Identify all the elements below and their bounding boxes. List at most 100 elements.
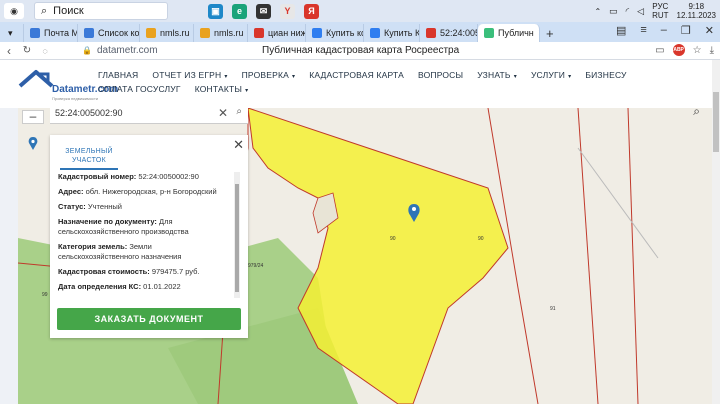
menu-label: БИЗНЕСУ [585, 70, 627, 80]
zoom-out-button[interactable]: – [23, 110, 43, 123]
tab-4[interactable]: циан нижн [248, 24, 306, 42]
chevron-up-icon[interactable]: ⌃ [594, 7, 601, 16]
battery-icon[interactable]: ▭ [609, 6, 618, 17]
search-icon[interactable]: ⌕ [236, 106, 242, 117]
scroll-thumb[interactable] [235, 184, 239, 292]
map-label: 91 [550, 306, 556, 312]
cadastral-search-input[interactable] [55, 107, 215, 118]
detail-key: Статус: [58, 202, 86, 211]
maximize-icon[interactable]: ❐ [681, 24, 691, 37]
reader-icon[interactable]: ▭ [655, 45, 664, 56]
menu-item-gosuslugi[interactable]: ОПЛАТА ГОСУСЛУГ [98, 84, 181, 94]
url-text: datametr.com [96, 45, 158, 56]
edge-icon[interactable]: e [232, 3, 247, 19]
tab-label: Купить ко [326, 28, 364, 38]
tab-land-plot[interactable]: ЗЕМЕЛЬНЫЙ УЧАСТОК [60, 147, 118, 170]
panel-scrollbar[interactable] [234, 172, 240, 298]
detail-row: Назначение по документу: Для сельскохозя… [58, 217, 234, 237]
menu-item-learn[interactable]: УЗНАТЬ ▾ [477, 70, 517, 80]
page-scroll-thumb[interactable] [713, 92, 719, 152]
tab-5[interactable]: Купить ко [306, 24, 364, 42]
menu-item-cadastral-map[interactable]: КАДАСТРОВАЯ КАРТА [309, 70, 404, 80]
location-button[interactable] [24, 135, 42, 153]
search-icon: ⌕ [41, 4, 48, 17]
tab-7[interactable]: 52:24:005 [420, 24, 478, 42]
menu-item-egrn-report[interactable]: ОТЧЕТ ИЗ ЕГРН ▾ [152, 70, 227, 80]
tab-8-active[interactable]: Публичн✕ [478, 24, 540, 42]
volume-icon[interactable]: ◁ [637, 6, 644, 17]
menu-item-business[interactable]: БИЗНЕСУ [585, 70, 626, 80]
tab-favicon [370, 28, 380, 38]
close-window-icon[interactable]: ✕ [705, 24, 714, 37]
menu-item-check[interactable]: ПРОВЕРКА ▾ [242, 70, 296, 80]
tab-favicon [84, 28, 94, 38]
yandex-browser-icon[interactable]: Я [304, 3, 319, 19]
chevron-down-icon: ▾ [224, 74, 228, 80]
app-icon-photos[interactable]: ▣ [208, 3, 223, 19]
windows-taskbar: ◉ ⌕ Поиск ▣ e ✉ Y Я ⌃ ▭ ◜ ◁ РУС RUT 9:18… [0, 0, 720, 22]
site-logo[interactable]: Datametr.com Проверка недвижимости [18, 66, 118, 102]
tab-label: 52:24:005 [440, 28, 478, 38]
language-indicator[interactable]: РУС RUT [652, 2, 668, 20]
parcel-info-panel: ЗЕМЕЛЬНЫЙ УЧАСТОК ✕ Кадастровый номер: 5… [50, 135, 248, 338]
menu-label: ОПЛАТА ГОСУСЛУГ [98, 84, 181, 94]
main-menu: ГЛАВНАЯ ОТЧЕТ ИЗ ЕГРН ▾ ПРОВЕРКА ▾ КАДАСТР… [98, 70, 698, 94]
tab-1[interactable]: Список ко [78, 24, 140, 42]
tab-label: nmls.ru [214, 28, 244, 38]
tab-actions-button[interactable]: ▾ [4, 24, 24, 42]
tab-2[interactable]: nmls.ru [140, 24, 194, 42]
detail-key: Адрес: [58, 187, 84, 196]
close-icon[interactable]: ✕ [233, 137, 244, 153]
yandex-icon[interactable]: Y [280, 3, 295, 19]
order-document-button[interactable]: ЗАКАЗАТЬ ДОКУМЕНТ [57, 308, 241, 330]
clock[interactable]: 9:18 12.11.2023 [677, 2, 716, 20]
bookmark-star-icon[interactable]: ☆ [693, 45, 702, 56]
menu-icon[interactable]: ≡ [640, 24, 646, 37]
menu-label: ГЛАВНАЯ [98, 70, 139, 80]
clear-icon[interactable]: ✕ [218, 106, 228, 120]
clock-time: 9:18 [688, 2, 705, 11]
mail-icon[interactable]: ✉ [256, 3, 271, 19]
tab-0[interactable]: Почта Mai [24, 24, 78, 42]
minimize-icon[interactable]: – [661, 24, 667, 37]
tab-label: nmls.ru [160, 28, 190, 38]
tab-favicon [254, 28, 264, 38]
url-field[interactable]: 🔒 datametr.com [82, 45, 158, 56]
bookmarks-icon[interactable]: ▤ [616, 24, 626, 37]
map-search-icon[interactable]: ⌕ [693, 104, 700, 119]
menu-item-questions[interactable]: ВОПРОСЫ [418, 70, 463, 80]
menu-item-home[interactable]: ГЛАВНАЯ [98, 70, 138, 80]
reload-icon[interactable]: ↻ [18, 45, 36, 56]
lang-line-1: РУС [652, 2, 669, 11]
menu-item-services[interactable]: УСЛУГИ ▾ [531, 70, 571, 80]
wifi-icon[interactable]: ◜ [626, 6, 630, 17]
tab-menu-icon: ▾ [8, 27, 13, 38]
back-icon[interactable]: ‹ [0, 44, 18, 58]
menu-item-contacts[interactable]: КОНТАКТЫ ▾ [195, 84, 249, 94]
detail-key: Категория земель: [58, 242, 128, 251]
detail-row: Кадастровая стоимость: 979475.7 руб. [58, 267, 234, 277]
clock-date: 12.11.2023 [676, 11, 716, 20]
detail-row: Дата определения КС: 01.01.2022 [58, 282, 234, 292]
menu-label: УЗНАТЬ [477, 70, 511, 80]
yandex-home-icon[interactable]: ◌ [36, 46, 54, 56]
tab-3[interactable]: nmls.ru [194, 24, 248, 42]
tab-6[interactable]: Купить Ка [364, 24, 420, 42]
new-tab-button[interactable]: + [540, 24, 560, 42]
parcel-details: Кадастровый номер: 52:24:0050002:90 Адре… [58, 172, 234, 298]
download-icon[interactable]: ⤓ [710, 45, 714, 56]
zoom-control: – [22, 110, 44, 124]
map-label: 90 [390, 236, 396, 242]
map-label: 979/24 [248, 263, 264, 269]
system-tray: ⌃ ▭ ◜ ◁ РУС RUT 9:18 12.11.2023 [594, 2, 716, 20]
tab-label: Почта Mai [44, 28, 77, 38]
detail-row: Адрес: обл. Нижегородская, р-н Богородск… [58, 187, 234, 197]
tab-favicon [30, 28, 40, 38]
menu-label: ВОПРОСЫ [417, 70, 464, 80]
start-button[interactable]: ◉ [4, 3, 24, 19]
page-title: Публичная кадастровая карта Росреестра [262, 45, 460, 56]
page-scrollbar[interactable] [712, 60, 720, 404]
adblock-icon[interactable]: ABP [672, 44, 685, 56]
chevron-down-icon: ▾ [292, 74, 296, 80]
taskbar-search[interactable]: ⌕ Поиск [34, 2, 168, 20]
